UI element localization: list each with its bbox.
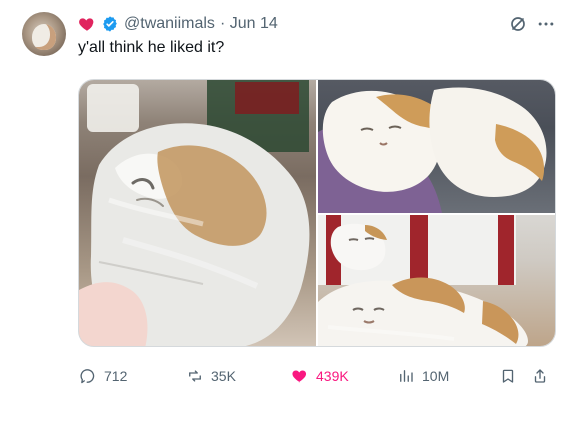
more-icon[interactable] bbox=[536, 14, 556, 34]
like-count: 439K bbox=[316, 368, 349, 384]
repost-count: 35K bbox=[211, 368, 236, 384]
tweet-header: @twaniimals · Jun 14 bbox=[78, 13, 278, 35]
media-divider-horizontal bbox=[318, 213, 555, 215]
photo-cat-on-bed[interactable] bbox=[318, 80, 555, 213]
like-icon bbox=[290, 366, 310, 386]
repost-icon bbox=[185, 366, 205, 386]
views-button[interactable]: 10M bbox=[396, 364, 449, 388]
tweet-text: y'all think he liked it? bbox=[78, 39, 225, 56]
share-icon bbox=[530, 366, 550, 386]
like-button[interactable]: 439K bbox=[290, 364, 349, 388]
tweet-card: @twaniimals · Jun 14 y'all think he like… bbox=[0, 0, 582, 422]
share-button[interactable] bbox=[530, 364, 550, 388]
tweet-actions: 712 35K 439K 10M bbox=[78, 364, 556, 388]
tweet-date[interactable]: · Jun 14 bbox=[220, 15, 278, 33]
photo-cat-in-box-and-floor[interactable] bbox=[318, 215, 555, 346]
avatar[interactable] bbox=[22, 12, 66, 56]
tweet-top-actions bbox=[508, 14, 556, 34]
bookmark-button[interactable] bbox=[498, 364, 518, 388]
photo-vacuum-sealed-cat[interactable] bbox=[79, 80, 316, 346]
reply-count: 712 bbox=[104, 368, 128, 384]
reply-icon bbox=[78, 366, 98, 386]
views-icon bbox=[396, 366, 416, 386]
media-grid[interactable] bbox=[78, 79, 556, 347]
reply-button[interactable]: 712 bbox=[78, 364, 127, 388]
grok-icon[interactable] bbox=[508, 14, 528, 34]
verified-icon bbox=[101, 15, 119, 33]
repost-button[interactable]: 35K bbox=[185, 364, 236, 388]
views-count: 10M bbox=[422, 368, 450, 384]
bookmark-icon bbox=[498, 366, 518, 386]
heart-icon bbox=[78, 15, 96, 33]
tweet-handle[interactable]: @twaniimals bbox=[124, 15, 215, 33]
